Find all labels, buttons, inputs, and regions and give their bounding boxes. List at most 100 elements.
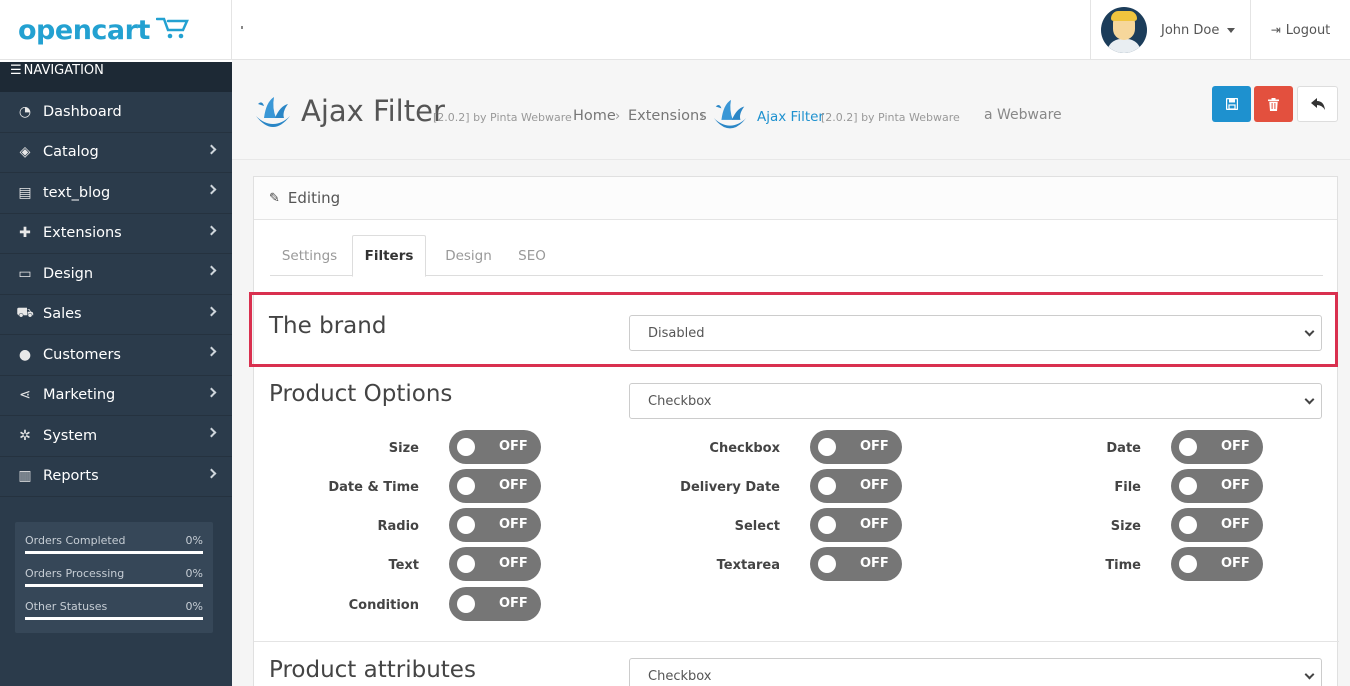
option-toggle-size[interactable]: OFF [449, 430, 541, 464]
delete-button[interactable] [1254, 86, 1293, 122]
option-toggle-select[interactable]: OFF [810, 508, 902, 542]
sign-out-icon: ⇥ [1270, 23, 1281, 37]
breadcrumb-extensions[interactable]: Extensions [628, 108, 707, 124]
page-title: Ajax Filter [301, 94, 445, 128]
option-label: Select [734, 519, 780, 534]
option-label: Textarea [716, 558, 780, 573]
option-toggle-date-time[interactable]: OFF [449, 469, 541, 503]
chevron-down-icon [1304, 394, 1315, 405]
product-options-select[interactable]: Checkbox [629, 383, 1322, 419]
logout-label: Logout [1285, 22, 1331, 38]
option-toggle-radio[interactable]: OFF [449, 508, 541, 542]
ship-logo-icon [256, 97, 290, 127]
gear-icon: ✲ [19, 427, 31, 444]
reply-icon [1310, 98, 1325, 110]
sidebar: ☰ NAVIGATION ◔ Dashboard ◈ Catalog ▤ text… [0, 60, 232, 686]
book-icon: ▤ [18, 184, 32, 201]
option-label: Size [1110, 519, 1141, 534]
editing-panel: ✎ Editing Settings Filters Design SEO Th… [249, 176, 1339, 686]
option-toggle-date[interactable]: OFF [1171, 430, 1263, 464]
product-attributes-select[interactable]: Checkbox [629, 658, 1322, 686]
user-menu[interactable]: John Doe [1090, 0, 1250, 60]
option-label: Time [1105, 558, 1141, 573]
sidebar-item-customers[interactable]: ● Customers [0, 335, 232, 376]
header-dot [241, 26, 243, 29]
pencil-icon: ✎ [269, 190, 280, 206]
sidebar-item-catalog[interactable]: ◈ Catalog [0, 133, 232, 173]
brand-select[interactable]: Disabled [629, 315, 1322, 351]
user-name: John Doe [1161, 22, 1220, 38]
sidebar-item-extensions[interactable]: ✚ Extensions [0, 214, 232, 254]
chevron-down-icon [1304, 326, 1315, 337]
option-label: Size [388, 441, 419, 456]
sidebar-item-blog[interactable]: ▤ text_blog [0, 173, 232, 214]
option-label: Date & Time [328, 480, 419, 495]
option-label: Date [1106, 441, 1141, 456]
breadcrumb-separator: › [615, 109, 621, 124]
product-attributes-label: Product attributes [269, 657, 476, 683]
product-options-label: Product Options [269, 381, 453, 407]
opencart-logo[interactable]: opencart [0, 0, 232, 60]
stat-orders-processing: Orders Processing 0% [25, 565, 203, 598]
logo-cart-icon [155, 17, 189, 39]
option-label: Condition [348, 598, 419, 613]
option-label: Checkbox [709, 441, 780, 456]
option-toggle-file[interactable]: OFF [1171, 469, 1263, 503]
ship-logo-icon [713, 99, 747, 129]
option-toggle-time[interactable]: OFF [1171, 547, 1263, 581]
sidebar-item-sales[interactable]: ⛟ Sales [0, 295, 232, 335]
avatar [1101, 7, 1147, 53]
order-stats: Orders Completed 0% Orders Processing 0%… [15, 522, 213, 633]
breadcrumb-current[interactable]: Ajax Filter [757, 109, 824, 125]
option-toggle-textarea[interactable]: OFF [810, 547, 902, 581]
sidebar-item-design[interactable]: ▭ Design [0, 254, 232, 295]
option-label: Delivery Date [680, 480, 780, 495]
save-button[interactable] [1212, 86, 1251, 122]
user-icon: ● [18, 346, 32, 363]
dashboard-icon: ◔ [18, 103, 32, 120]
sidebar-item-system[interactable]: ✲ System [0, 416, 232, 457]
option-toggle-size-2[interactable]: OFF [1171, 508, 1263, 542]
nav-title: ☰ NAVIGATION [0, 60, 232, 92]
tab-design[interactable]: Design [430, 235, 507, 276]
progress-bar [25, 617, 203, 620]
sidebar-item-marketing[interactable]: ⋖ Marketing [0, 376, 232, 416]
option-toggle-text[interactable]: OFF [449, 547, 541, 581]
option-toggle-checkbox[interactable]: OFF [810, 430, 902, 464]
page-header: Ajax Filter [2.0.2] by Pinta Webware Hom… [232, 60, 1350, 160]
breadcrumb-version: [2.0.2] by Pinta Webware [821, 111, 960, 124]
bar-chart-icon: ▥ [18, 468, 32, 485]
option-toggle-delivery-date[interactable]: OFF [810, 469, 902, 503]
chevron-right-icon [206, 468, 217, 478]
stat-other-statuses: Other Statuses 0% [25, 598, 203, 631]
logout-button[interactable]: ⇥ Logout [1250, 0, 1350, 60]
chevron-right-icon [206, 346, 217, 357]
option-toggle-condition[interactable]: OFF [449, 587, 541, 621]
logo-text: opencart [18, 14, 150, 46]
monitor-icon: ▭ [18, 265, 32, 282]
sidebar-item-reports[interactable]: ▥ Reports [0, 457, 232, 497]
tab-seo[interactable]: SEO [508, 235, 556, 276]
sidebar-item-dashboard[interactable]: ◔ Dashboard [0, 92, 232, 133]
breadcrumb-home[interactable]: Home [573, 108, 616, 124]
main-content: Ajax Filter [2.0.2] by Pinta Webware Hom… [232, 60, 1350, 686]
panel-heading: ✎ Editing [254, 177, 1337, 220]
chevron-right-icon [206, 427, 217, 438]
share-icon: ⋖ [19, 387, 31, 404]
breadcrumb-tail: a Webware [984, 107, 1062, 123]
bars-icon: ☰ [10, 63, 22, 78]
chevron-right-icon [206, 144, 217, 154]
breadcrumb-separator: › [700, 109, 706, 124]
tab-filters[interactable]: Filters [352, 235, 426, 277]
page-version: [2.0.2] by Pinta Webware [433, 111, 572, 124]
chevron-right-icon [206, 387, 217, 397]
caret-down-icon [1227, 27, 1236, 33]
chevron-right-icon [206, 184, 217, 195]
stat-orders-completed: Orders Completed 0% [25, 532, 203, 565]
progress-bar [25, 584, 203, 587]
chevron-right-icon [206, 306, 217, 316]
back-button[interactable] [1297, 86, 1338, 122]
tab-bar: Settings Filters Design SEO [270, 235, 1323, 277]
brand-label: The brand [269, 313, 387, 339]
tab-settings[interactable]: Settings [270, 235, 349, 276]
